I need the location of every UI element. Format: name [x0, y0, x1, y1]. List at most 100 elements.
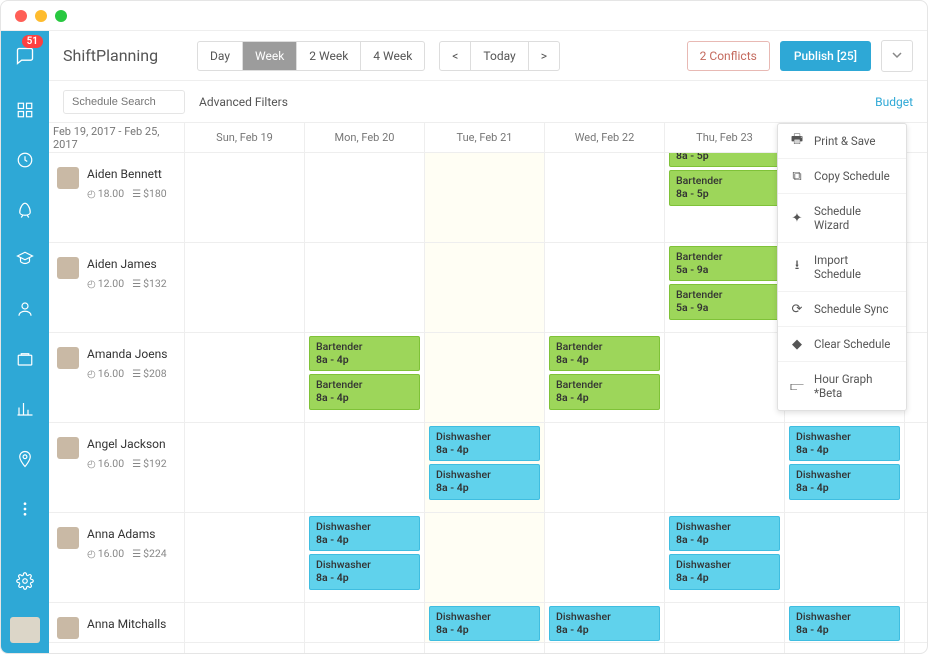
shift-block[interactable]: Dishwasher8a - 4p — [309, 554, 420, 589]
schedule-cell[interactable]: Bartender5a - 9a Bartender5a - 9a — [665, 243, 784, 333]
schedule-cell[interactable] — [185, 513, 304, 603]
view-4week[interactable]: 4 Week — [361, 42, 424, 70]
schedule-cell[interactable] — [545, 513, 664, 603]
schedule-cell[interactable] — [185, 153, 304, 243]
view-week[interactable]: Week — [243, 42, 297, 70]
shift-block[interactable]: Dishwasher8a - 4p — [669, 554, 780, 589]
schedule-cell[interactable] — [185, 243, 304, 333]
schedule-cell[interactable] — [425, 153, 544, 243]
dropdown-import-schedule[interactable]: ⭳Import Schedule — [778, 243, 906, 292]
schedule-cell[interactable]: Dishwasher8a - 4p Dishwasher8a - 4p — [665, 513, 784, 603]
shift-block[interactable]: Bartender8a - 5p — [669, 153, 780, 167]
schedule-cell[interactable]: Bartender8a - 4p Bartender8a - 4p — [305, 333, 424, 423]
shift-block[interactable]: Bartender8a - 5p — [669, 170, 780, 205]
staff-name[interactable]: Aiden James — [87, 257, 167, 271]
schedule-cell[interactable] — [185, 423, 304, 513]
nav-settings[interactable] — [1, 567, 49, 595]
shift-block[interactable]: Bartender5a - 9a — [669, 246, 780, 281]
schedule-cell[interactable] — [545, 153, 664, 243]
shift-block[interactable]: Bartender8a - 4p — [549, 336, 660, 371]
shift-block[interactable]: Bartender8a - 4p — [309, 374, 420, 409]
nav-time-clock[interactable] — [1, 146, 49, 174]
schedule-cell[interactable] — [305, 243, 424, 333]
shift-block[interactable]: Dishwasher8a - 4p — [789, 606, 900, 641]
dropdown-schedule-wizard[interactable]: ✦Schedule Wizard — [778, 194, 906, 243]
schedule-cell[interactable]: Bartender8a - 5p Bartender8a - 5p — [665, 153, 784, 243]
schedule-cell[interactable] — [545, 423, 664, 513]
prev-period-button[interactable]: < — [440, 42, 471, 70]
nav-dashboard[interactable] — [1, 96, 49, 124]
nav-launch[interactable] — [1, 196, 49, 224]
staff-name[interactable]: Amanda Joens — [87, 347, 167, 361]
shift-block[interactable]: Dishwasher8a - 4p — [429, 464, 540, 499]
schedule-cell[interactable]: Dishwasher8a - 4p Dishwasher8a - 4p — [305, 513, 424, 603]
shift-block[interactable]: Dishwasher8a - 4p — [789, 464, 900, 499]
shift-block[interactable]: Dishwasher8a - 4p — [789, 426, 900, 461]
nav-training[interactable] — [1, 246, 49, 274]
schedule-cell[interactable] — [425, 333, 544, 423]
budget-link[interactable]: Budget — [875, 95, 913, 109]
view-2week[interactable]: 2 Week — [297, 42, 361, 70]
schedule-cell[interactable]: Dishwasher8a - 4p — [425, 603, 544, 643]
publish-button[interactable]: Publish [25] — [780, 41, 871, 71]
nav-reports[interactable] — [1, 395, 49, 423]
shift-block[interactable]: Bartender5a - 9a — [669, 284, 780, 319]
staff-name[interactable]: Anna Adams — [87, 527, 167, 541]
schedule-cell[interactable] — [905, 423, 927, 513]
current-user-avatar[interactable] — [10, 617, 40, 643]
schedule-cell[interactable] — [905, 153, 927, 243]
shift-block[interactable]: Bartender8a - 4p — [309, 336, 420, 371]
dropdown-clear-schedule[interactable]: ◆Clear Schedule — [778, 327, 906, 362]
schedule-cell[interactable] — [665, 603, 784, 643]
dropdown-schedule-sync[interactable]: ⟳Schedule Sync — [778, 292, 906, 327]
window-maximize-icon[interactable] — [55, 10, 67, 22]
schedule-cell[interactable] — [305, 153, 424, 243]
today-button[interactable]: Today — [471, 42, 528, 70]
shift-block[interactable]: Dishwasher8a - 4p — [309, 516, 420, 551]
schedule-cell[interactable] — [185, 333, 304, 423]
schedule-search[interactable] — [63, 90, 185, 114]
schedule-cell[interactable] — [185, 603, 304, 643]
nav-locations[interactable] — [1, 445, 49, 473]
schedule-cell[interactable]: Dishwasher8a - 4p — [545, 603, 664, 643]
schedule-cell[interactable] — [665, 423, 784, 513]
search-input[interactable] — [72, 96, 166, 108]
shift-block[interactable]: Dishwasher8a - 4p — [429, 606, 540, 641]
dropdown-print-save[interactable]: 🖶Print & Save — [778, 124, 906, 159]
shift-block[interactable]: Bartender8a - 4p — [549, 374, 660, 409]
schedule-cell[interactable] — [905, 513, 927, 603]
advanced-filters-link[interactable]: Advanced Filters — [199, 95, 288, 109]
staff-name[interactable]: Aiden Bennett — [87, 167, 167, 181]
schedule-cell[interactable]: Bartender8a - 4p Bartender8a - 4p — [545, 333, 664, 423]
schedule-cell[interactable] — [905, 603, 927, 643]
toolbar-more-button[interactable] — [881, 40, 913, 72]
schedule-cell[interactable] — [305, 603, 424, 643]
next-period-button[interactable]: > — [529, 42, 559, 70]
schedule-cell[interactable]: Dishwasher8a - 4p Dishwasher8a - 4p — [785, 423, 904, 513]
nav-files[interactable] — [1, 345, 49, 373]
schedule-cell[interactable]: Dishwasher8a - 4p Dishwasher8a - 4p — [425, 423, 544, 513]
schedule-cell[interactable] — [545, 243, 664, 333]
staff-name[interactable]: Anna Mitchalls — [87, 617, 166, 631]
window-close-icon[interactable] — [15, 10, 27, 22]
dropdown-hour-graph[interactable]: ⫍Hour Graph *Beta — [778, 362, 906, 410]
conflicts-button[interactable]: 2 Conflicts — [687, 41, 770, 71]
schedule-cell[interactable] — [905, 243, 927, 333]
view-day[interactable]: Day — [198, 42, 243, 70]
nav-staff[interactable] — [1, 295, 49, 323]
shift-block[interactable]: Dishwasher8a - 4p — [669, 516, 780, 551]
shift-block[interactable]: Dishwasher8a - 4p — [429, 426, 540, 461]
nav-messages[interactable]: 51 — [1, 39, 49, 74]
schedule-cell[interactable] — [425, 243, 544, 333]
schedule-cell[interactable] — [785, 513, 904, 603]
schedule-cell[interactable] — [905, 333, 927, 423]
schedule-cell[interactable] — [425, 513, 544, 603]
shift-block[interactable]: Dishwasher8a - 4p — [549, 606, 660, 641]
schedule-cell[interactable] — [665, 333, 784, 423]
staff-name[interactable]: Angel Jackson — [87, 437, 167, 451]
window-minimize-icon[interactable] — [35, 10, 47, 22]
nav-more[interactable] — [1, 495, 49, 523]
dropdown-copy-schedule[interactable]: ⧉Copy Schedule — [778, 159, 906, 194]
schedule-cell[interactable]: Dishwasher8a - 4p — [785, 603, 904, 643]
schedule-cell[interactable] — [305, 423, 424, 513]
